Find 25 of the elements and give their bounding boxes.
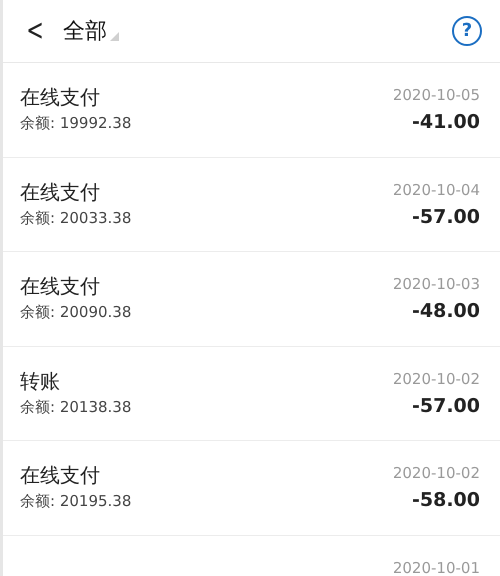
transaction-title: 在线支付 [20,462,101,489]
filter-dropdown[interactable]: 全部 [63,14,107,48]
transaction-title: 在线支付 [20,273,101,300]
balance-text: 余额: 19992.38 [20,113,132,134]
back-button[interactable]: < [26,16,42,46]
balance-text: 余额: 20138.38 [20,396,132,418]
transaction-amount: -57.00 [412,204,480,230]
balance-text: 余额: 20033.38 [20,208,132,228]
transaction-amount: -58.00 [412,488,480,513]
transaction-date: 2020-10-02 [392,463,480,484]
transaction-date: 2020-10-04 [392,180,480,200]
transaction-amount: -57.00 [412,394,480,418]
transaction-date: 2020-10-03 [392,274,480,295]
transaction-date: 2020-10-05 [392,85,480,106]
transaction-title: 在线支付 [20,178,101,206]
transaction-date: 2020-10-01 [392,558,480,576]
transaction-title: 在线支付 [20,84,101,111]
balance-text: 余额: 20090.38 [20,302,132,323]
dropdown-triangle-icon [110,32,119,40]
balance-text: 余额: 20195.38 [20,491,132,512]
transaction-date: 2020-10-02 [392,368,480,390]
help-button[interactable]: ? [452,16,482,46]
transaction-title: 转账 [20,368,61,394]
transaction-amount: -48.00 [412,299,480,324]
transaction-amount: -41.00 [412,110,480,135]
